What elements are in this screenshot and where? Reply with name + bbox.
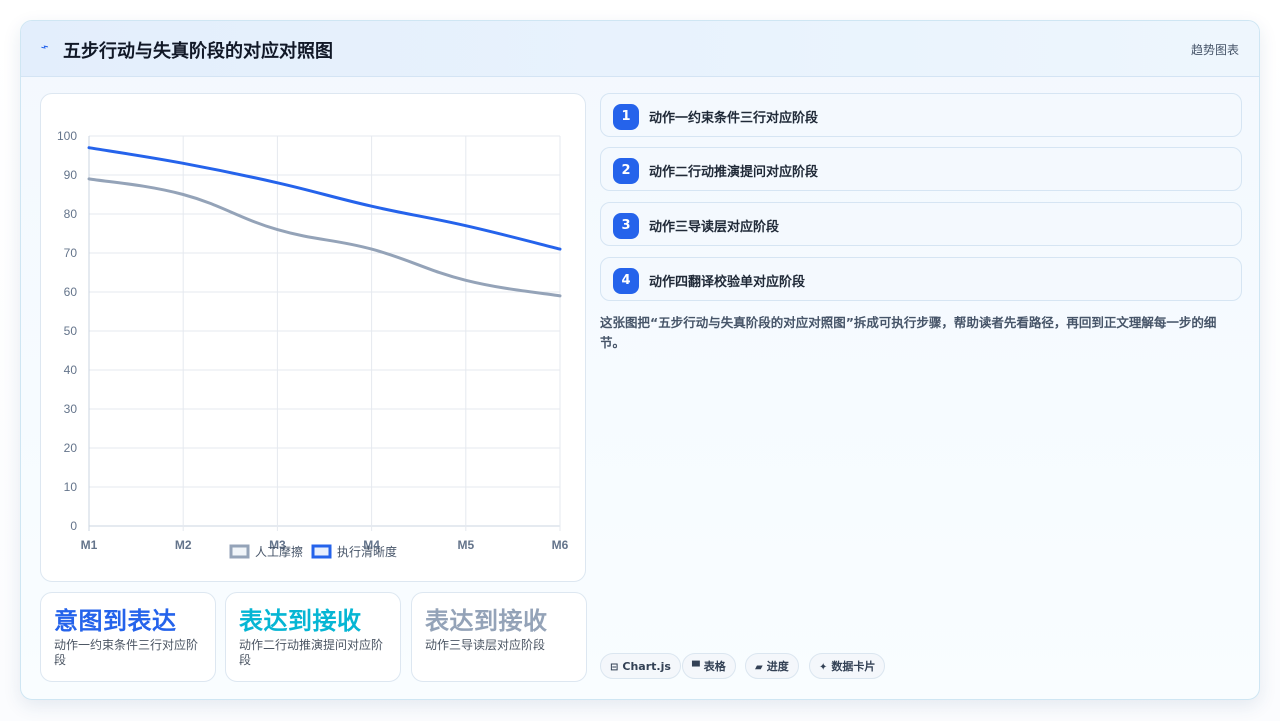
summary-text: 这张图把“五步行动与失真阶段的对应对照图”拆成可执行步骤，帮助读者先看路径，再回…: [600, 315, 1217, 350]
legend-label: 人工摩擦: [255, 544, 303, 559]
y-tick-label: 30: [64, 402, 78, 416]
step-number-badge: 1: [613, 104, 639, 130]
sparkle-icon: ⌁: [38, 39, 52, 56]
legend-label: 执行清晰度: [337, 544, 397, 559]
chart-card: ⌁ 五步行动与失真阶段的对应对照图 趋势图表 0 10 20 30 40 50 60 70 80…: [20, 20, 1260, 700]
pill-label: 表格: [703, 660, 726, 673]
stat-desc: 动作三导读层对应阶段: [425, 638, 546, 652]
pill-label: 进度: [766, 660, 789, 673]
series-line-2: [87, 146, 562, 251]
pill-label: 数据卡片: [831, 660, 876, 673]
pill-chartjs[interactable]: ⊟ Chart.js: [600, 653, 681, 679]
page-title: 五步行动与失真阶段的对应对照图: [63, 41, 333, 62]
step-number-badge: 4: [613, 268, 639, 294]
line-chart: 0102030405060708090100M1 M2 M3 M4 M5 M6人工摩擦 执行…: [57, 129, 569, 559]
stat-card: 表达到接收 动作三导读层对应阶段: [411, 592, 587, 682]
y-tick-label: 70: [64, 246, 78, 260]
pill-table[interactable]: ▀ 表格: [682, 653, 736, 679]
y-tick-label: 20: [64, 441, 78, 455]
legend-swatch: [229, 544, 250, 559]
y-tick-label: 50: [64, 324, 78, 338]
step-label: 动作三导读层对应阶段: [649, 220, 780, 235]
step-number-badge: 3: [613, 213, 639, 239]
x-tick-label: M2: [175, 538, 192, 552]
stat-desc: 动作二行动推演提问对应阶段: [239, 638, 384, 667]
stat-card: 意图到表达 动作一约束条件三行对应阶段: [40, 592, 216, 682]
step-item[interactable]: 1 动作一约束条件三行对应阶段: [600, 93, 1242, 137]
stat-title: 意图到表达: [54, 607, 177, 635]
series-line-1: [87, 177, 562, 298]
x-tick-label: M6: [552, 538, 569, 552]
y-tick-label: 60: [64, 285, 78, 299]
y-tick-label: 90: [64, 168, 78, 182]
legend-swatch: [311, 544, 332, 559]
stat-desc: 动作一约束条件三行对应阶段: [54, 638, 199, 667]
chart-icon: ⊟: [610, 662, 619, 673]
y-tick-label: 0: [70, 519, 77, 533]
x-tick-label: M1: [81, 538, 98, 552]
step-label: 动作四翻译校验单对应阶段: [649, 275, 806, 290]
step-item[interactable]: 3 动作三导读层对应阶段: [600, 202, 1242, 246]
y-tick-label: 100: [57, 129, 77, 143]
table-icon: ▀: [692, 662, 700, 673]
stat-card: 表达到接收 动作二行动推演提问对应阶段: [225, 592, 401, 682]
pill-data-card[interactable]: ✦ 数据卡片: [809, 653, 886, 679]
page: ⌁ 五步行动与失真阶段的对应对照图 趋势图表 0 10 20 30 40 50 60 70 80…: [0, 0, 1280, 721]
y-tick-label: 80: [64, 207, 78, 221]
step-label: 动作一约束条件三行对应阶段: [649, 111, 819, 126]
y-tick-label: 10: [64, 480, 78, 494]
stat-title: 表达到接收: [425, 607, 548, 635]
card-header: ⌁ 五步行动与失真阶段的对应对照图 趋势图表: [21, 21, 1259, 77]
step-item[interactable]: 4 动作四翻译校验单对应阶段: [600, 257, 1242, 301]
pill-progress[interactable]: ▰ 进度: [745, 653, 799, 679]
y-tick-label: 40: [64, 363, 78, 377]
stat-title: 表达到接收: [239, 607, 362, 635]
step-item[interactable]: 2 动作二行动推演提问对应阶段: [600, 147, 1242, 191]
line-chart-panel: 0 10 20 30 40 50 60 70 80 90 100 M1 M2 M3 M4 M5 M6 人工摩擦 执行…: [40, 93, 586, 582]
chart-type-tag: 趋势图表: [1190, 43, 1239, 57]
progress-icon: ▰: [755, 662, 763, 673]
step-number-badge: 2: [613, 158, 639, 184]
step-label: 动作二行动推演提问对应阶段: [649, 165, 819, 180]
card-icon: ✦: [819, 662, 828, 673]
pill-label: Chart.js: [622, 660, 671, 673]
x-tick-label: M5: [457, 538, 474, 552]
